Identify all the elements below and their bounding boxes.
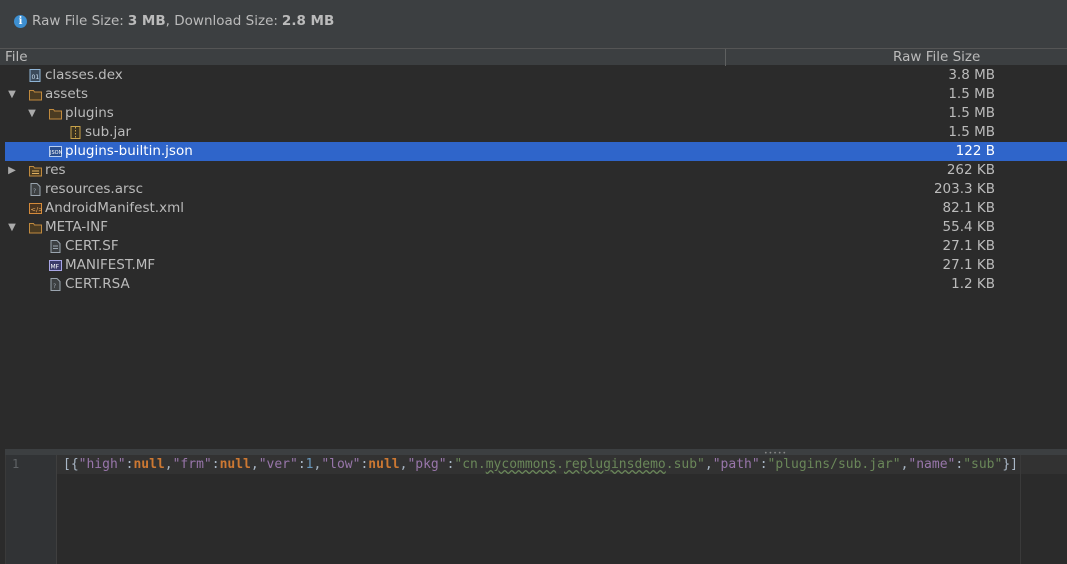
tree-row-meta-inf[interactable]: ▼ META-INF 55.4 KB <box>5 218 1067 237</box>
download-size-value: 2.8 MB <box>281 13 335 29</box>
folder-name: res <box>45 162 66 178</box>
file-size: 27.1 KB <box>942 238 995 254</box>
file-name: CERT.RSA <box>65 276 130 292</box>
file-name: resources.arsc <box>45 181 143 197</box>
file-size: 122 B <box>955 143 995 159</box>
file-name: AndroidManifest.xml <box>45 200 184 216</box>
tree-row-resources-arsc[interactable]: ? resources.arsc 203.3 KB <box>5 180 1067 199</box>
folder-icon <box>29 223 42 234</box>
line-number: 1 <box>12 457 20 471</box>
download-size-label: Download Size: <box>174 13 278 29</box>
apk-analyzer-summary-bar: i Raw File Size: 3 MB, Download Size: 2.… <box>0 0 1067 48</box>
file-size: 203.3 KB <box>933 181 995 197</box>
folder-name: plugins <box>65 105 114 121</box>
column-header-raw-size[interactable]: Raw File Size <box>893 49 980 66</box>
tree-row-cert-rsa[interactable]: ? CERT.RSA 1.2 KB <box>5 275 1067 294</box>
svg-text:</>: </> <box>31 206 43 214</box>
svg-text:MF: MF <box>51 264 60 271</box>
tree-row-cert-sf[interactable]: CERT.SF 27.1 KB <box>5 237 1067 256</box>
svg-text:01: 01 <box>32 74 40 81</box>
folder-name: META-INF <box>45 219 109 235</box>
resource-folder-icon <box>29 166 42 177</box>
file-tree: 01 classes.dex 3.8 MB ▼ assets 1.5 MB ▼ … <box>5 66 1067 446</box>
svg-text:?: ? <box>33 188 36 195</box>
tree-row-manifest-mf[interactable]: MF MANIFEST.MF 27.1 KB <box>5 256 1067 275</box>
folder-name: assets <box>45 86 88 102</box>
file-name: CERT.SF <box>65 238 119 254</box>
tree-row-classes-dex[interactable]: 01 classes.dex 3.8 MB <box>5 66 1067 85</box>
expand-arrow-icon[interactable]: ▼ <box>6 218 18 237</box>
jar-file-icon <box>70 126 81 139</box>
expand-arrow-icon[interactable]: ▼ <box>6 85 18 104</box>
file-size: 55.4 KB <box>942 219 995 235</box>
file-size: 1.5 MB <box>948 86 995 102</box>
folder-icon <box>49 109 62 120</box>
json-file-icon: JSON <box>49 146 62 157</box>
json-content[interactable]: [{"high":null,"frm":null,"ver":1,"low":n… <box>63 457 1018 472</box>
size-summary: i Raw File Size: 3 MB, Download Size: 2.… <box>14 12 334 30</box>
folder-icon <box>29 90 42 101</box>
right-margin-guide <box>1020 455 1021 564</box>
raw-size-value: 3 MB <box>127 13 166 29</box>
file-name: sub.jar <box>85 124 132 140</box>
file-size: 262 KB <box>946 162 995 178</box>
tree-row-assets[interactable]: ▼ assets 1.5 MB <box>5 85 1067 104</box>
svg-text:JSON: JSON <box>49 150 62 156</box>
file-name: plugins-builtin.json <box>65 143 193 159</box>
xml-file-icon: </> <box>29 203 43 214</box>
file-name: classes.dex <box>45 67 123 83</box>
column-resize-handle[interactable] <box>725 49 726 66</box>
tree-row-res[interactable]: ▶ res 262 KB <box>5 161 1067 180</box>
generic-file-icon: ? <box>50 278 61 291</box>
expand-arrow-icon[interactable]: ▼ <box>26 104 38 123</box>
info-icon: i <box>14 14 27 28</box>
file-name: MANIFEST.MF <box>65 257 156 273</box>
file-size: 1.2 KB <box>951 276 995 292</box>
table-header: File Raw File Size <box>0 48 1067 66</box>
file-size: 1.5 MB <box>948 105 995 121</box>
tree-row-android-manifest[interactable]: </> AndroidManifest.xml 82.1 KB <box>5 199 1067 218</box>
manifest-file-icon: MF <box>49 260 62 271</box>
column-header-file[interactable]: File <box>5 49 28 66</box>
file-size: 3.8 MB <box>948 67 995 83</box>
file-preview-editor[interactable]: 1 [{"high":null,"frm":null,"ver":1,"low"… <box>5 455 1067 564</box>
generic-file-icon <box>50 240 61 253</box>
svg-text:?: ? <box>53 283 56 290</box>
line-number-gutter: 1 <box>6 455 57 564</box>
raw-size-label: Raw File Size: <box>32 13 124 29</box>
tree-row-sub-jar[interactable]: sub.jar 1.5 MB <box>5 123 1067 142</box>
file-size: 82.1 KB <box>942 200 995 216</box>
tree-row-plugins[interactable]: ▼ plugins 1.5 MB <box>5 104 1067 123</box>
collapse-arrow-icon[interactable]: ▶ <box>6 161 18 180</box>
tree-row-plugins-builtin-json[interactable]: JSON plugins-builtin.json 122 B <box>5 142 1067 161</box>
file-size: 1.5 MB <box>948 124 995 140</box>
generic-file-icon: ? <box>30 183 41 196</box>
dex-file-icon: 01 <box>29 69 41 82</box>
file-size: 27.1 KB <box>942 257 995 273</box>
